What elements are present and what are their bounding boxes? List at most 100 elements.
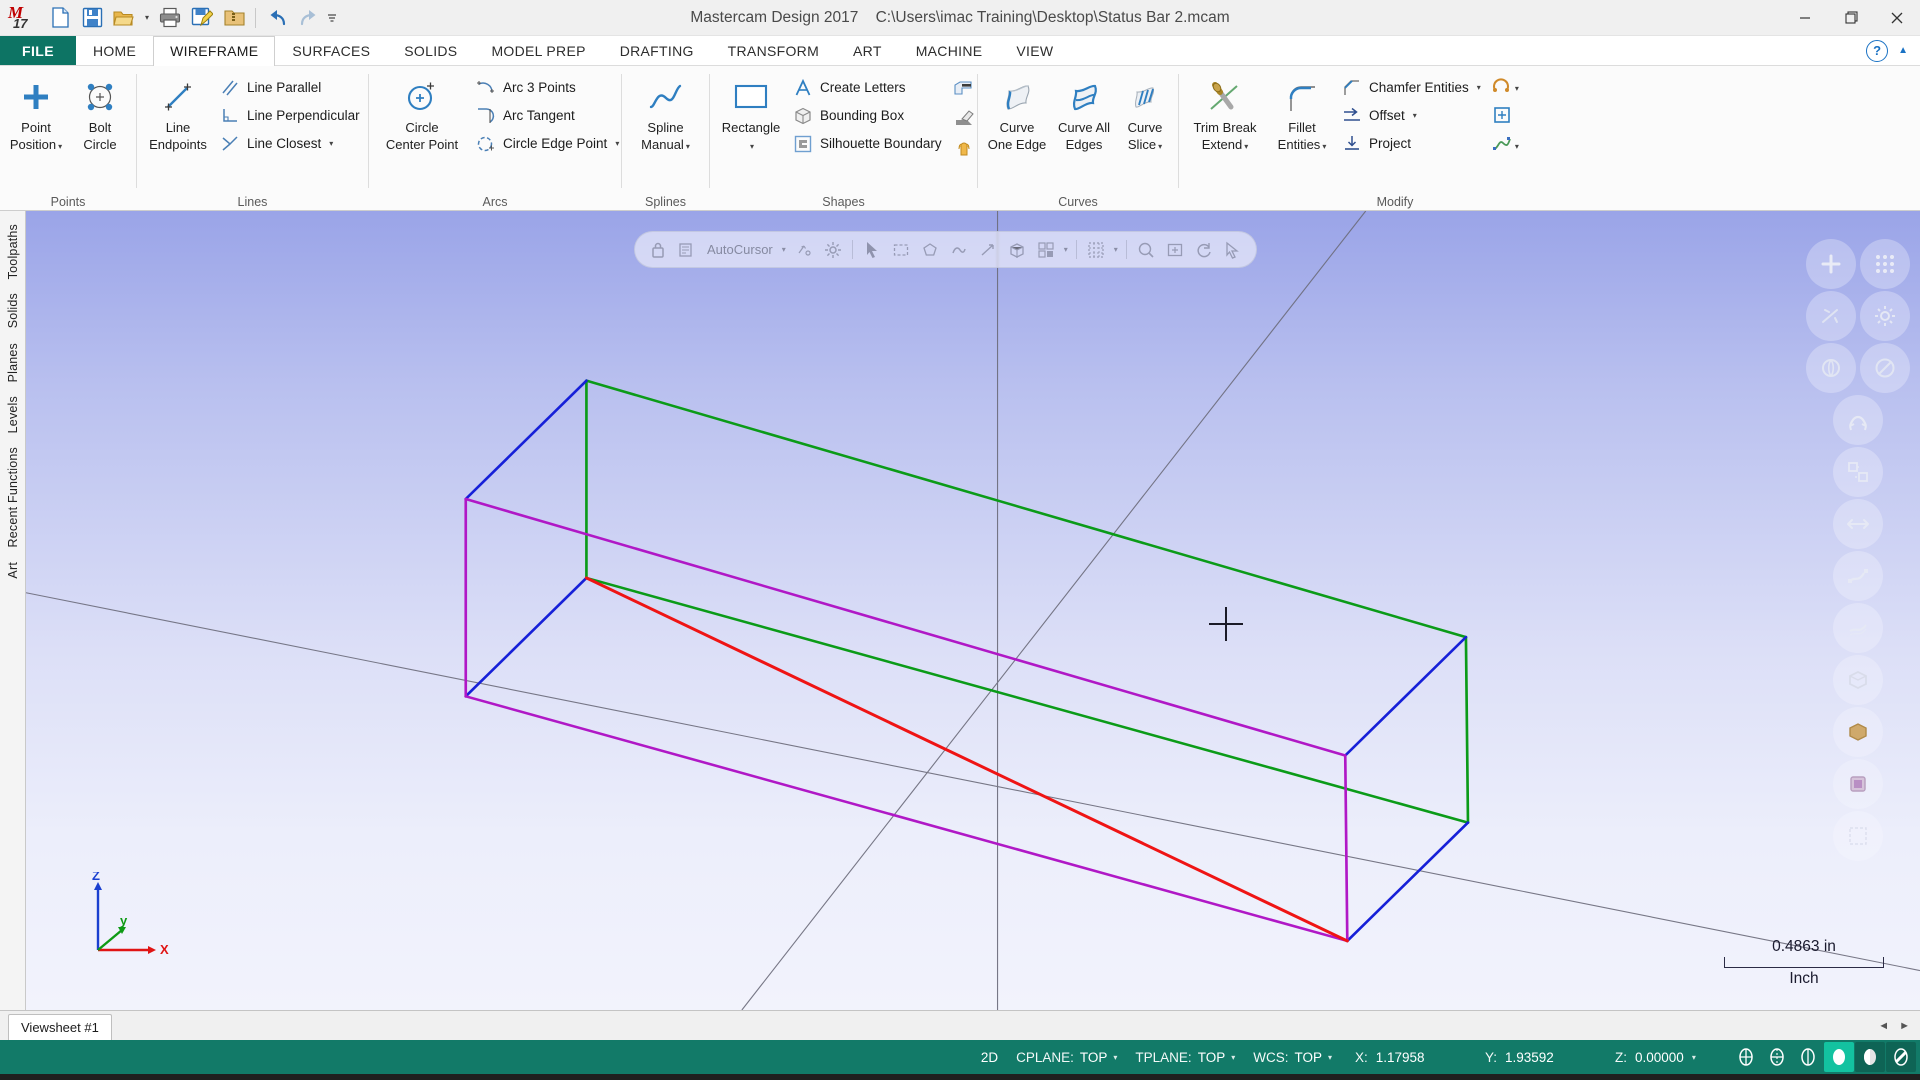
line-closest-button[interactable]: Line Closest ▾ — [216, 130, 366, 157]
shaded-view-icon[interactable] — [1833, 603, 1883, 653]
line-perpendicular-button[interactable]: Line Perpendicular — [216, 102, 366, 129]
circle-edge-point-button[interactable]: Circle Edge Point ▾ — [472, 130, 625, 157]
trim-break-extend-button[interactable]: Trim Break Extend ▾ — [1184, 72, 1266, 156]
select-solid-icon[interactable] — [1004, 236, 1030, 263]
qat-overflow-caret[interactable] — [326, 3, 338, 33]
status-tplane[interactable]: TPLANE: TOP ▾ — [1126, 1040, 1244, 1074]
autocursor-caret[interactable]: ▾ — [780, 245, 788, 254]
open-folder-icon[interactable] — [109, 3, 139, 33]
sidebar-item-solids[interactable]: Solids — [3, 286, 23, 335]
tab-art[interactable]: ART — [836, 36, 899, 65]
select-polygon-icon[interactable] — [917, 236, 943, 263]
tab-view[interactable]: VIEW — [999, 36, 1070, 65]
select-vector-icon[interactable] — [975, 236, 1001, 263]
fit-width-icon[interactable] — [1833, 499, 1883, 549]
bolt-circle-button[interactable]: Bolt Circle — [69, 72, 131, 154]
pan-icon[interactable] — [1220, 236, 1246, 263]
rectangle-button[interactable]: Rectangle ▾ — [715, 72, 787, 156]
maximize-restore-button[interactable] — [1828, 0, 1874, 36]
open-dropdown-caret[interactable]: ▾ — [141, 3, 153, 33]
select-chain-icon[interactable] — [946, 236, 972, 263]
tab-transform[interactable]: TRANSFORM — [711, 36, 836, 65]
line-parallel-button[interactable]: Line Parallel — [216, 74, 366, 101]
status-cplane[interactable]: CPLANE: TOP ▾ — [1007, 1040, 1126, 1074]
viewsheet-prev-icon[interactable]: ◄ — [1878, 1020, 1889, 1032]
curve-all-edges-button[interactable]: Curve All Edges — [1053, 72, 1115, 154]
modify-arc-button[interactable]: ▾ — [1489, 75, 1521, 102]
sidebar-item-levels[interactable]: Levels — [3, 389, 23, 440]
collapse-ribbon-icon[interactable]: ▲ — [1894, 43, 1912, 58]
circle-center-point-button[interactable]: Circle Center Point — [374, 72, 470, 154]
chamfer-entities-button[interactable]: Chamfer Entities ▾ — [1338, 74, 1487, 101]
zip2go-icon[interactable] — [219, 3, 249, 33]
sidebar-item-toolpaths[interactable]: Toolpaths — [3, 217, 23, 286]
tab-surfaces[interactable]: SURFACES — [275, 36, 387, 65]
no-entry-icon[interactable] — [1860, 343, 1910, 393]
tab-model-prep[interactable]: MODEL PREP — [474, 36, 602, 65]
modify-frame-button[interactable] — [1489, 104, 1521, 131]
sidebar-item-art[interactable]: Art — [3, 555, 23, 586]
isometric-view-icon[interactable] — [1833, 447, 1883, 497]
tab-drafting[interactable]: DRAFTING — [603, 36, 711, 65]
spline-manual-button[interactable]: Spline Manual ▾ — [630, 72, 702, 156]
modify-nurbs-button[interactable]: ▾ — [1489, 133, 1521, 160]
front-view-icon[interactable] — [1833, 707, 1883, 757]
wcs-caret[interactable]: ▾ — [1328, 1053, 1332, 1062]
sidebar-item-recent-functions[interactable]: Recent Functions — [3, 440, 23, 554]
fillet-entities-button[interactable]: Fillet Entities ▾ — [1268, 72, 1336, 156]
minimize-button[interactable] — [1782, 0, 1828, 36]
right-view-icon[interactable] — [1833, 759, 1883, 809]
save-as-icon[interactable] — [187, 3, 217, 33]
tab-home[interactable]: HOME — [76, 36, 153, 65]
status-coord-z[interactable]: Z: 0.00000 ▾ — [1601, 1050, 1731, 1065]
save-icon[interactable] — [77, 3, 107, 33]
shaded-display-icon[interactable] — [1793, 1042, 1823, 1072]
arc-tangent-button[interactable]: Arc Tangent — [472, 102, 625, 129]
offset-button[interactable]: Offset ▾ — [1338, 102, 1487, 129]
arc-3-points-button[interactable]: Arc 3 Points — [472, 74, 625, 101]
dynamic-rotate-icon[interactable] — [1833, 395, 1883, 445]
print-icon[interactable] — [155, 3, 185, 33]
gear-icon[interactable] — [820, 236, 846, 263]
viewsheet-next-icon[interactable]: ► — [1899, 1020, 1910, 1032]
fit-icon[interactable] — [1162, 236, 1188, 263]
iso-view-icon[interactable] — [1833, 811, 1883, 861]
circle-edge-point-caret[interactable]: ▾ — [615, 139, 619, 148]
analyze-icon[interactable] — [1133, 236, 1159, 263]
modify-arc-caret[interactable]: ▾ — [1515, 84, 1519, 93]
sidebar-item-planes[interactable]: Planes — [3, 336, 23, 389]
select-arrow-icon[interactable] — [859, 236, 885, 263]
rotate-icon[interactable] — [1191, 236, 1217, 263]
select-all-icon[interactable] — [1033, 236, 1059, 263]
tab-wireframe[interactable]: WIREFRAME — [153, 36, 276, 66]
chamfer-entities-caret[interactable]: ▾ — [1477, 83, 1481, 92]
redo-icon[interactable] — [294, 3, 324, 33]
curve-one-edge-button[interactable]: Curve One Edge — [983, 72, 1051, 154]
top-view-icon[interactable] — [1833, 655, 1883, 705]
grid-icon[interactable] — [1083, 236, 1109, 263]
line-endpoints-button[interactable]: Line Endpoints — [142, 72, 214, 154]
help-icon[interactable]: ? — [1866, 39, 1889, 62]
select-window-icon[interactable] — [888, 236, 914, 263]
new-file-icon[interactable] — [45, 3, 75, 33]
offset-caret[interactable]: ▾ — [1413, 111, 1417, 120]
bounding-box-button[interactable]: Bounding Box — [789, 102, 948, 129]
modify-nurbs-caret[interactable]: ▾ — [1515, 142, 1519, 151]
lock-icon[interactable] — [645, 236, 671, 263]
fit-screen-icon[interactable] — [1806, 239, 1856, 289]
tab-solids[interactable]: SOLIDS — [387, 36, 474, 65]
stairs-shape-icon[interactable] — [950, 75, 978, 102]
create-letters-button[interactable]: Create Letters — [789, 74, 948, 101]
shaded-wireframe-icon[interactable] — [1824, 1042, 1854, 1072]
tab-machine[interactable]: MACHINE — [899, 36, 1000, 65]
relief-shape-icon[interactable] — [950, 133, 978, 160]
tplane-caret[interactable]: ▾ — [1231, 1053, 1235, 1062]
wireframe-shade-icon[interactable] — [1833, 551, 1883, 601]
translucent-shade-icon[interactable] — [1886, 1042, 1916, 1072]
curve-slice-button[interactable]: Curve Slice ▾ — [1117, 72, 1173, 156]
material-shade-icon[interactable] — [1855, 1042, 1885, 1072]
status-wcs[interactable]: WCS: TOP ▾ — [1244, 1040, 1341, 1074]
door-shape-icon[interactable] — [950, 104, 978, 131]
gear-settings-icon[interactable] — [1860, 291, 1910, 341]
zoom-target-icon[interactable] — [1806, 291, 1856, 341]
